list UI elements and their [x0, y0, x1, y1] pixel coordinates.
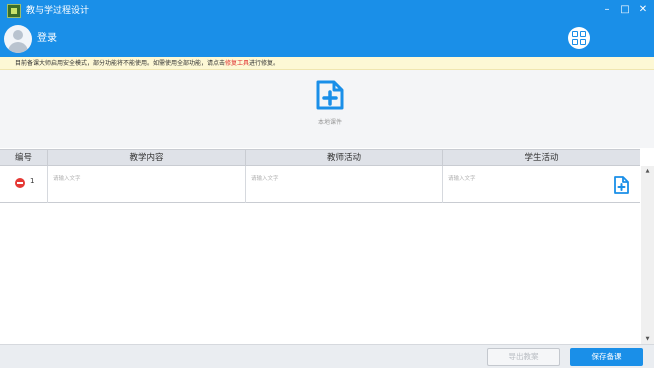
app-window: 教与学过程设计 – □ ✕ 登录 目前备课大师启用安全模式，部分功能将不能使用。…: [0, 0, 654, 368]
notice-text: 目前备课大师启用安全模式，部分功能将不能使用。如需使用全部功能，请点击: [15, 60, 226, 67]
safe-mode-notice: 目前备课大师启用安全模式，部分功能将不能使用。如需使用全部功能，请点击修复工具进…: [0, 57, 654, 70]
title-bar: 教与学过程设计 – □ ✕ 登录: [0, 0, 654, 57]
teaching-content-input[interactable]: 请输入文字: [53, 174, 81, 182]
column-header-teaching-content: 教学内容: [48, 150, 246, 166]
scroll-up-icon[interactable]: ▲: [641, 166, 654, 176]
table-header: 编号 教学内容 教师活动 学生活动: [0, 149, 640, 166]
column-header-number: 编号: [0, 150, 48, 166]
row-number: 1: [30, 177, 35, 185]
repair-tool-link[interactable]: 修复工具: [225, 60, 249, 67]
column-header-student-activity: 学生活动: [524, 153, 559, 163]
delete-row-icon[interactable]: [15, 178, 25, 188]
number-cell: 1: [0, 166, 48, 203]
student-activity-cell[interactable]: 请输入文字: [443, 166, 640, 203]
student-activity-input[interactable]: 请输入文字: [448, 174, 476, 182]
minimize-button[interactable]: –: [600, 3, 614, 17]
import-file-icon[interactable]: [314, 80, 346, 110]
window-title: 教与学过程设计: [26, 6, 90, 16]
grid-icon-cell: [580, 39, 586, 45]
teaching-content-cell[interactable]: 请输入文字: [48, 166, 246, 203]
table-row: 1 请输入文字 请输入文字 请输入文字: [0, 166, 640, 203]
row-import-file-icon[interactable]: [613, 176, 630, 194]
scroll-down-icon[interactable]: ▼: [641, 334, 654, 344]
teacher-activity-cell[interactable]: 请输入文字: [246, 166, 443, 203]
vertical-scrollbar[interactable]: ▲ ▼: [641, 166, 654, 344]
import-label: 本地课件: [317, 119, 342, 126]
grid-icon-cell: [572, 31, 578, 37]
save-lesson-button[interactable]: 保存备课: [570, 348, 643, 366]
close-button[interactable]: ✕: [636, 3, 650, 17]
maximize-button[interactable]: □: [618, 3, 632, 17]
grid-icon-cell: [580, 31, 586, 37]
app-logo-icon: [7, 4, 21, 18]
column-header-teacher-activity: 教师活动: [246, 150, 443, 166]
grid-icon[interactable]: [568, 27, 590, 49]
grid-icon-cell: [572, 39, 578, 45]
avatar-head: [13, 30, 23, 40]
teacher-activity-input[interactable]: 请输入文字: [251, 174, 279, 182]
export-lesson-plan-button[interactable]: 导出教案: [487, 348, 560, 366]
avatar[interactable]: [4, 25, 32, 53]
avatar-body: [8, 42, 28, 53]
login-link[interactable]: 登录: [37, 33, 57, 45]
notice-text-end: 进行修复。: [249, 60, 280, 67]
